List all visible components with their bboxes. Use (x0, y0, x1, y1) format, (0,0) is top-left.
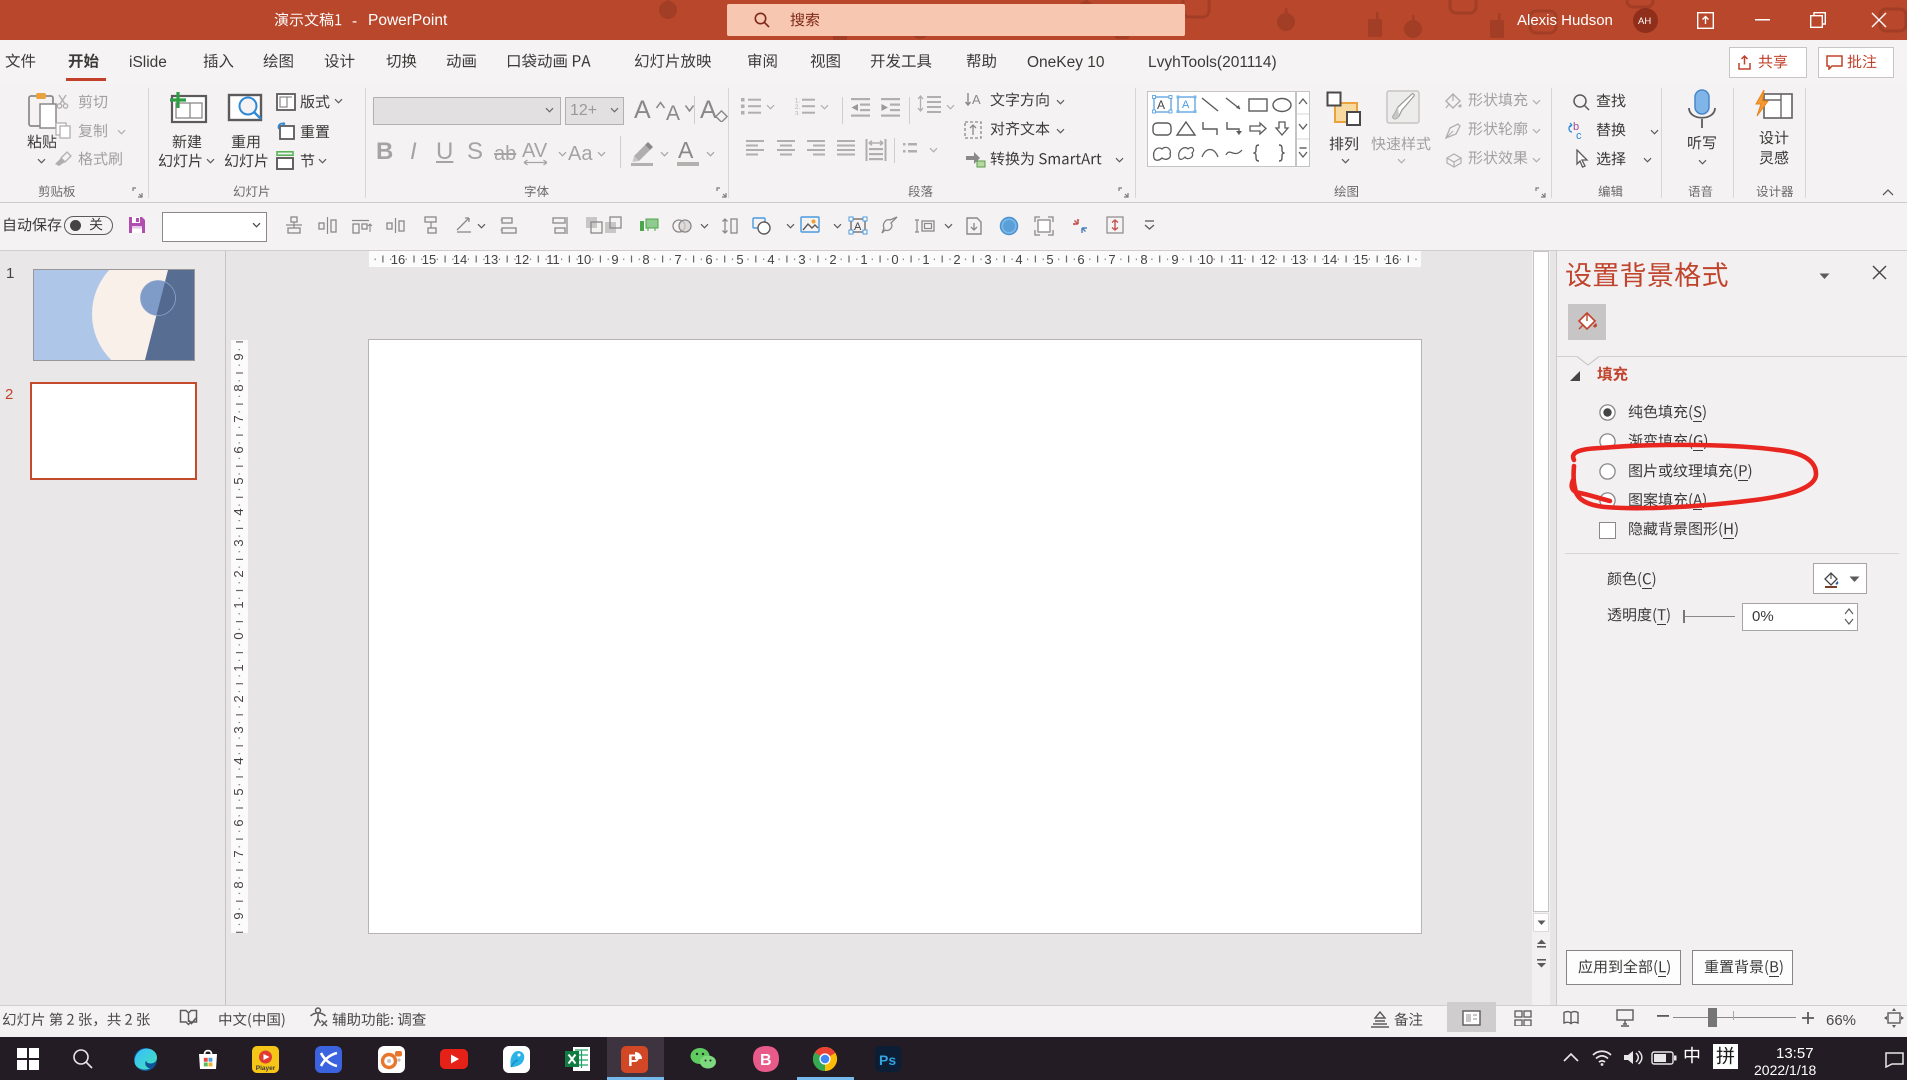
svg-text:16: 16 (391, 252, 405, 267)
svg-text:3: 3 (798, 252, 805, 267)
svg-text:11: 11 (546, 252, 560, 267)
svg-text:13: 13 (484, 252, 498, 267)
svg-text:A: A (678, 139, 694, 163)
svg-text:c: c (1576, 130, 1582, 141)
svg-text:15: 15 (1354, 252, 1368, 267)
svg-text:9: 9 (611, 252, 618, 267)
svg-text:16: 16 (1385, 252, 1399, 267)
svg-text:3: 3 (231, 539, 246, 546)
svg-text:1: 1 (231, 601, 246, 608)
svg-text:12: 12 (515, 252, 529, 267)
svg-text:4: 4 (1015, 252, 1022, 267)
svg-text:14: 14 (1323, 252, 1337, 267)
svg-text:2: 2 (829, 252, 836, 267)
svg-text:2.: 2. (795, 105, 800, 111)
svg-text:8: 8 (231, 881, 246, 888)
svg-text:5: 5 (736, 252, 743, 267)
svg-text:4: 4 (767, 252, 774, 267)
svg-text:A: A (1157, 98, 1165, 112)
svg-text:4: 4 (231, 757, 246, 764)
svg-text:4: 4 (231, 508, 246, 515)
svg-text:7: 7 (1108, 252, 1115, 267)
svg-text:B: B (760, 1052, 772, 1069)
svg-text:6: 6 (705, 252, 712, 267)
svg-text:15: 15 (422, 252, 436, 267)
svg-text:5: 5 (231, 477, 246, 484)
svg-text:5: 5 (1046, 252, 1053, 267)
svg-text:12: 12 (1261, 252, 1275, 267)
svg-text:0: 0 (231, 632, 246, 639)
svg-text:Player: Player (256, 1065, 276, 1072)
svg-text:5: 5 (231, 788, 246, 795)
svg-text:AV: AV (522, 140, 548, 162)
svg-text:10: 10 (1199, 252, 1213, 267)
svg-text:A: A (972, 92, 981, 107)
svg-text:7: 7 (674, 252, 681, 267)
svg-text:2: 2 (953, 252, 960, 267)
svg-text:2: 2 (231, 570, 246, 577)
svg-text:3.: 3. (795, 112, 800, 116)
svg-text:3: 3 (231, 726, 246, 733)
svg-text:1.: 1. (795, 99, 800, 105)
svg-text:Ps: Ps (879, 1052, 896, 1068)
svg-text:10: 10 (577, 252, 591, 267)
svg-text:9: 9 (231, 912, 246, 919)
svg-text:1: 1 (860, 252, 867, 267)
svg-text:A: A (854, 221, 862, 233)
svg-text:1: 1 (922, 252, 929, 267)
svg-text:9: 9 (231, 353, 246, 360)
svg-text:3: 3 (984, 252, 991, 267)
svg-text:6: 6 (1077, 252, 1084, 267)
svg-text:13: 13 (1292, 252, 1306, 267)
svg-text:8: 8 (642, 252, 649, 267)
svg-text:A: A (1182, 99, 1190, 111)
svg-text:14: 14 (453, 252, 467, 267)
svg-text:8: 8 (1140, 252, 1147, 267)
svg-text:11: 11 (1230, 252, 1244, 267)
svg-text:0: 0 (891, 252, 898, 267)
svg-text:6: 6 (231, 819, 246, 826)
svg-text:7: 7 (231, 415, 246, 422)
svg-text:7: 7 (231, 850, 246, 857)
svg-text:6: 6 (231, 446, 246, 453)
svg-text:2: 2 (231, 695, 246, 702)
svg-text:8: 8 (231, 384, 246, 391)
svg-text:9: 9 (1171, 252, 1178, 267)
svg-text:1: 1 (231, 664, 246, 671)
